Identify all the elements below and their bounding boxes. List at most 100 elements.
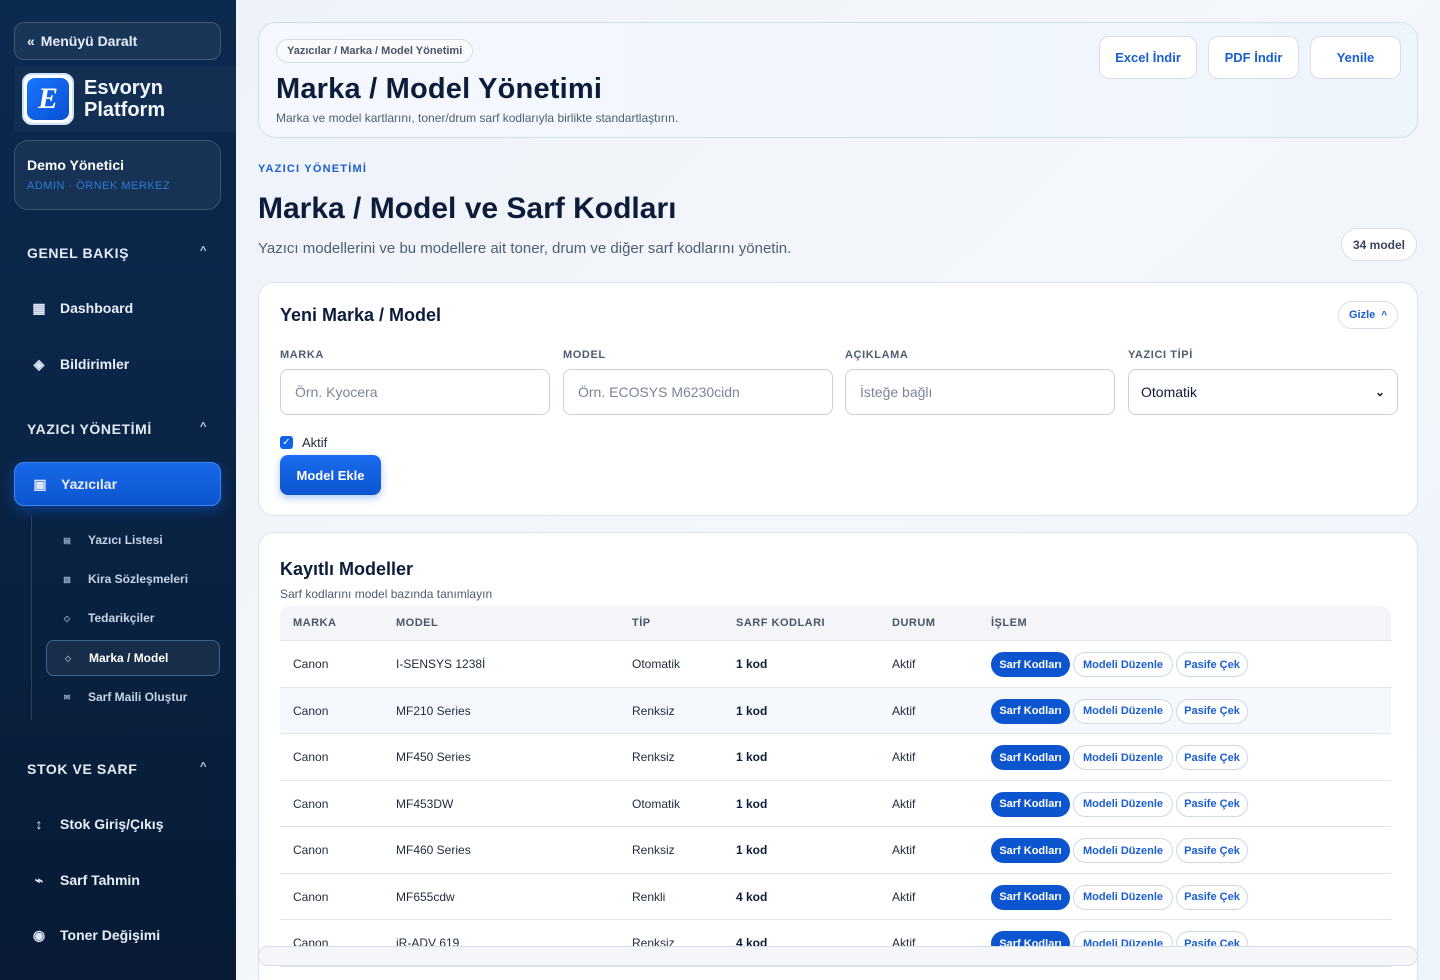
supply-codes-button[interactable]: Sarf Kodları (991, 652, 1070, 677)
hide-form-button[interactable]: Gizle ^ (1338, 301, 1399, 329)
col-status: DURUM (892, 617, 936, 629)
cell-status: Aktif (892, 657, 916, 671)
subitem-brand-model[interactable]: ◇ Marka / Model (46, 640, 220, 676)
sidebar-item-toner-change[interactable]: ◉ Toner Değişimi (14, 913, 221, 957)
brand-label: MARKA (280, 349, 324, 361)
model-label: MODEL (563, 349, 606, 361)
sidebar-item-stock-io[interactable]: ↕ Stok Giriş/Çıkış (14, 802, 221, 846)
grid-icon: ▦ (32, 299, 46, 316)
cell-supply-codes: 1 kod (736, 657, 768, 671)
printer-type-value: Otomatik (1141, 384, 1198, 400)
pdf-download-button[interactable]: PDF İndir (1208, 36, 1299, 79)
table-row: Canon MF450 Series Renksiz 1 kod Aktif S… (280, 734, 1391, 781)
excel-download-button[interactable]: Excel İndir (1099, 36, 1197, 79)
cell-model: MF655cdw (396, 889, 455, 904)
subitem-suppliers[interactable]: ◇ Tedarikçiler (46, 600, 220, 636)
subitem-rental-contracts[interactable]: ▧ Kira Sözleşmeleri (46, 561, 220, 597)
table-header: MARKA MODEL TİP SARF KODLARI DURUM İŞLEM (280, 606, 1391, 641)
model-input[interactable] (563, 369, 833, 415)
section-general-overview[interactable]: GENEL BAKIŞ ^ (27, 245, 217, 261)
deactivate-button[interactable]: Pasife Çek (1176, 652, 1248, 677)
edit-model-button[interactable]: Modeli Düzenle (1073, 652, 1173, 677)
subitem-printer-list[interactable]: ▤ Yazıcı Listesi (46, 522, 220, 558)
deactivate-button[interactable]: Pasife Çek (1176, 791, 1248, 817)
chevron-up-icon: ^ (199, 421, 207, 433)
edit-model-button[interactable]: Modeli Düzenle (1073, 791, 1173, 817)
section-title: Marka / Model ve Sarf Kodları (258, 192, 677, 225)
list-icon: ▤ (63, 535, 71, 545)
deactivate-button[interactable]: Pasife Çek (1176, 838, 1248, 863)
brand-name-line1: Esvoryn (84, 77, 163, 99)
sidebar-item-dashboard[interactable]: ▦ Dashboard (14, 286, 221, 330)
cell-type: Renksiz (632, 843, 675, 857)
deactivate-button[interactable]: Pasife Çek (1176, 745, 1248, 770)
active-checkbox[interactable]: ✓ (280, 436, 293, 449)
sidebar-item-printers[interactable]: ▣ Yazıcılar (14, 462, 221, 506)
page-title: Marka / Model Yönetimi (276, 73, 603, 105)
cell-type: Otomatik (632, 657, 681, 671)
form-title: Yeni Marka / Model (280, 305, 442, 325)
section-description: Yazıcı modellerini ve bu modellere ait t… (258, 240, 792, 257)
col-brand: MARKA (293, 617, 337, 629)
printer-icon: ▣ (33, 475, 47, 492)
section-printer-management[interactable]: YAZICI YÖNETİMİ ^ (27, 421, 217, 437)
add-model-button[interactable]: Model Ekle (280, 455, 381, 495)
sidebar-item-label: Toner Değişimi (60, 927, 161, 943)
section-stock-supply[interactable]: STOK VE SARF ^ (27, 761, 217, 777)
subitem-label: Tedarikçiler (88, 611, 155, 625)
edit-model-button[interactable]: Modeli Düzenle (1073, 838, 1173, 863)
sidebar-item-notifications[interactable]: ◈ Bildirimler (14, 342, 221, 386)
user-card[interactable]: Demo Yönetici ADMIN · ÖRNEK MERKEZ (14, 140, 221, 210)
cell-status: Aktif (892, 843, 916, 857)
cell-supply-codes: 4 kod (736, 889, 768, 904)
edit-model-button[interactable]: Modeli Düzenle (1073, 884, 1173, 910)
subitem-label: Kira Sözleşmeleri (88, 572, 189, 586)
horizontal-scrollbar[interactable] (258, 946, 1418, 966)
deactivate-button[interactable]: Pasife Çek (1176, 884, 1248, 910)
cell-type: Renksiz (632, 750, 675, 764)
cell-model: MF450 Series (396, 750, 471, 764)
chevron-up-icon: ^ (199, 245, 207, 257)
sidebar-item-label: Sarf Tahmin (60, 872, 140, 888)
supply-codes-button[interactable]: Sarf Kodları (991, 745, 1070, 770)
deactivate-button[interactable]: Pasife Çek (1176, 698, 1248, 724)
circle-icon: ◉ (32, 926, 46, 943)
chevron-up-icon: ^ (1381, 309, 1388, 321)
collapse-menu-button[interactable]: « Menüyü Daralt (14, 22, 221, 60)
supply-codes-button[interactable]: Sarf Kodları (991, 791, 1070, 817)
cell-status: Aktif (892, 889, 916, 904)
cell-model: MF453DW (396, 796, 454, 811)
subitem-label: Marka / Model (89, 651, 169, 665)
section-label: GENEL BAKIŞ (27, 245, 130, 261)
brand-logo: E (22, 73, 74, 125)
printer-type-label: YAZICI TİPİ (1128, 349, 1193, 361)
section-label: YAZICI YÖNETİMİ (27, 421, 152, 437)
cell-supply-codes: 1 kod (736, 843, 768, 857)
brand-input[interactable] (280, 369, 550, 415)
breadcrumb[interactable]: Yazıcılar / Marka / Model Yönetimi (276, 39, 474, 63)
diamond-icon: ◇ (63, 613, 71, 623)
sidebar-item-supply-forecast[interactable]: ⌁ Sarf Tahmin (14, 858, 221, 902)
edit-model-button[interactable]: Modeli Düzenle (1073, 698, 1173, 724)
double-chevron-left-icon: « (27, 33, 35, 49)
models-table: MARKA MODEL TİP SARF KODLARI DURUM İŞLEM… (280, 606, 1391, 967)
page-subtitle: Marka ve model kartlarını, toner/drum sa… (276, 111, 679, 125)
section-label: STOK VE SARF (27, 761, 138, 777)
cell-brand: Canon (293, 750, 329, 764)
brand-name-line2: Platform (84, 99, 166, 121)
cell-supply-codes: 1 kod (736, 796, 768, 811)
refresh-button[interactable]: Yenile (1310, 36, 1401, 79)
cell-status: Aktif (892, 796, 916, 811)
active-checkbox-row: ✓ Aktif (280, 435, 327, 450)
printer-type-select[interactable]: Otomatik ⌄ (1128, 369, 1398, 415)
col-type: TİP (632, 617, 651, 629)
description-input[interactable] (845, 369, 1115, 415)
supply-codes-button[interactable]: Sarf Kodları (991, 698, 1070, 724)
submenu-line (31, 516, 32, 720)
supply-codes-button[interactable]: Sarf Kodları (991, 838, 1070, 863)
subitem-supply-mail[interactable]: ✉ Sarf Maili Oluştur (46, 679, 220, 715)
sidebar-item-label: Yazıcılar (61, 476, 118, 492)
supply-codes-button[interactable]: Sarf Kodları (991, 884, 1070, 910)
edit-model-button[interactable]: Modeli Düzenle (1073, 745, 1173, 770)
collapse-menu-label: Menüyü Daralt (40, 33, 138, 49)
